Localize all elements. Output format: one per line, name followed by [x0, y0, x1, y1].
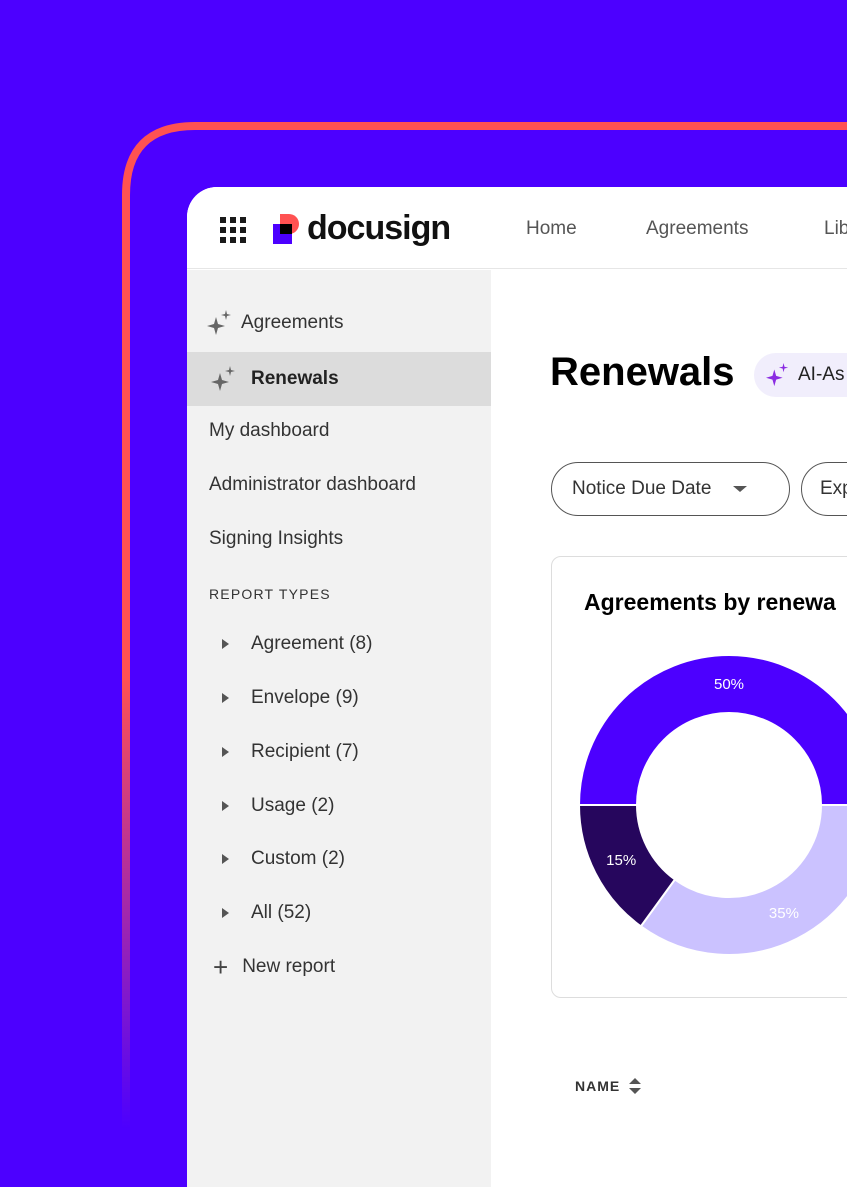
expiration-filter[interactable]: Exp: [801, 462, 847, 516]
caret-right-icon: [222, 747, 229, 757]
slice-label: 15%: [606, 852, 636, 869]
sidebar-item-label: Signing Insights: [209, 528, 344, 549]
report-type-agreement[interactable]: Agreement (8): [187, 617, 491, 671]
renewal-chart-card: Agreements by renewa 50% 35% 15%: [551, 556, 847, 998]
notice-due-date-filter[interactable]: Notice Due Date: [551, 462, 790, 516]
name-column-header[interactable]: NAME: [575, 1076, 642, 1096]
sidebar-item-signing-insights[interactable]: Signing Insights: [187, 512, 491, 566]
new-report-label: New report: [242, 956, 336, 977]
sidebar-item-label: Administrator dashboard: [209, 474, 416, 495]
report-type-label: All (52): [251, 902, 312, 923]
sidebar-item-my-dashboard[interactable]: My dashboard: [187, 404, 491, 458]
new-report-button[interactable]: + New report: [187, 940, 491, 994]
chevron-down-icon: [733, 486, 748, 492]
report-type-label: Envelope (9): [251, 687, 359, 708]
report-type-label: Agreement (8): [251, 633, 373, 654]
sidebar-item-agreements[interactable]: Agreements: [187, 296, 491, 350]
caret-right-icon: [222, 854, 229, 864]
sidebar: Agreements Renewals My dashboard Adminis…: [187, 270, 491, 1187]
app-window: docusign Home Agreements Lib Agreements …: [187, 187, 847, 1187]
donut-chart: 50% 35% 15%: [577, 654, 847, 956]
logo-mark-icon: [273, 213, 299, 244]
report-type-label: Usage (2): [251, 795, 335, 816]
sidebar-item-renewals[interactable]: Renewals: [187, 352, 491, 406]
nav-agreements[interactable]: Agreements: [646, 218, 748, 240]
caret-right-icon: [222, 801, 229, 811]
report-types-heading: REPORT TYPES: [209, 586, 331, 602]
report-type-label: Custom (2): [251, 848, 345, 869]
nav-home[interactable]: Home: [526, 218, 577, 240]
sparkle-icon: [766, 363, 789, 387]
slice-label: 50%: [714, 676, 744, 693]
sort-icon: [629, 1078, 642, 1094]
filter-label: Exp: [820, 478, 847, 499]
caret-right-icon: [222, 639, 229, 649]
apps-grid-icon[interactable]: [220, 217, 246, 243]
ai-assist-badge[interactable]: AI-As: [754, 353, 847, 397]
report-type-usage[interactable]: Usage (2): [187, 779, 491, 833]
nav-library[interactable]: Lib: [824, 218, 847, 240]
sidebar-item-label: Agreements: [241, 312, 344, 333]
report-type-custom[interactable]: Custom (2): [187, 832, 491, 886]
column-label: NAME: [575, 1078, 621, 1094]
caret-right-icon: [222, 693, 229, 703]
page-title: Renewals: [550, 350, 735, 394]
caret-right-icon: [222, 908, 229, 918]
sparkle-icon: [211, 366, 235, 391]
plus-icon: +: [213, 952, 229, 982]
sparkle-icon: [207, 310, 231, 335]
sidebar-item-label: My dashboard: [209, 420, 330, 441]
sidebar-item-label: Renewals: [251, 368, 339, 389]
sidebar-item-admin-dashboard[interactable]: Administrator dashboard: [187, 458, 491, 512]
docusign-logo[interactable]: docusign: [273, 209, 451, 248]
report-type-recipient[interactable]: Recipient (7): [187, 725, 491, 779]
slice-label: 35%: [769, 905, 799, 922]
report-type-envelope[interactable]: Envelope (9): [187, 671, 491, 725]
top-header: docusign Home Agreements Lib: [187, 187, 847, 269]
report-type-all[interactable]: All (52): [187, 886, 491, 940]
ai-badge-label: AI-As: [798, 364, 845, 385]
brand-name: docusign: [307, 209, 451, 247]
filter-label: Notice Due Date: [572, 478, 712, 499]
report-type-label: Recipient (7): [251, 741, 359, 762]
